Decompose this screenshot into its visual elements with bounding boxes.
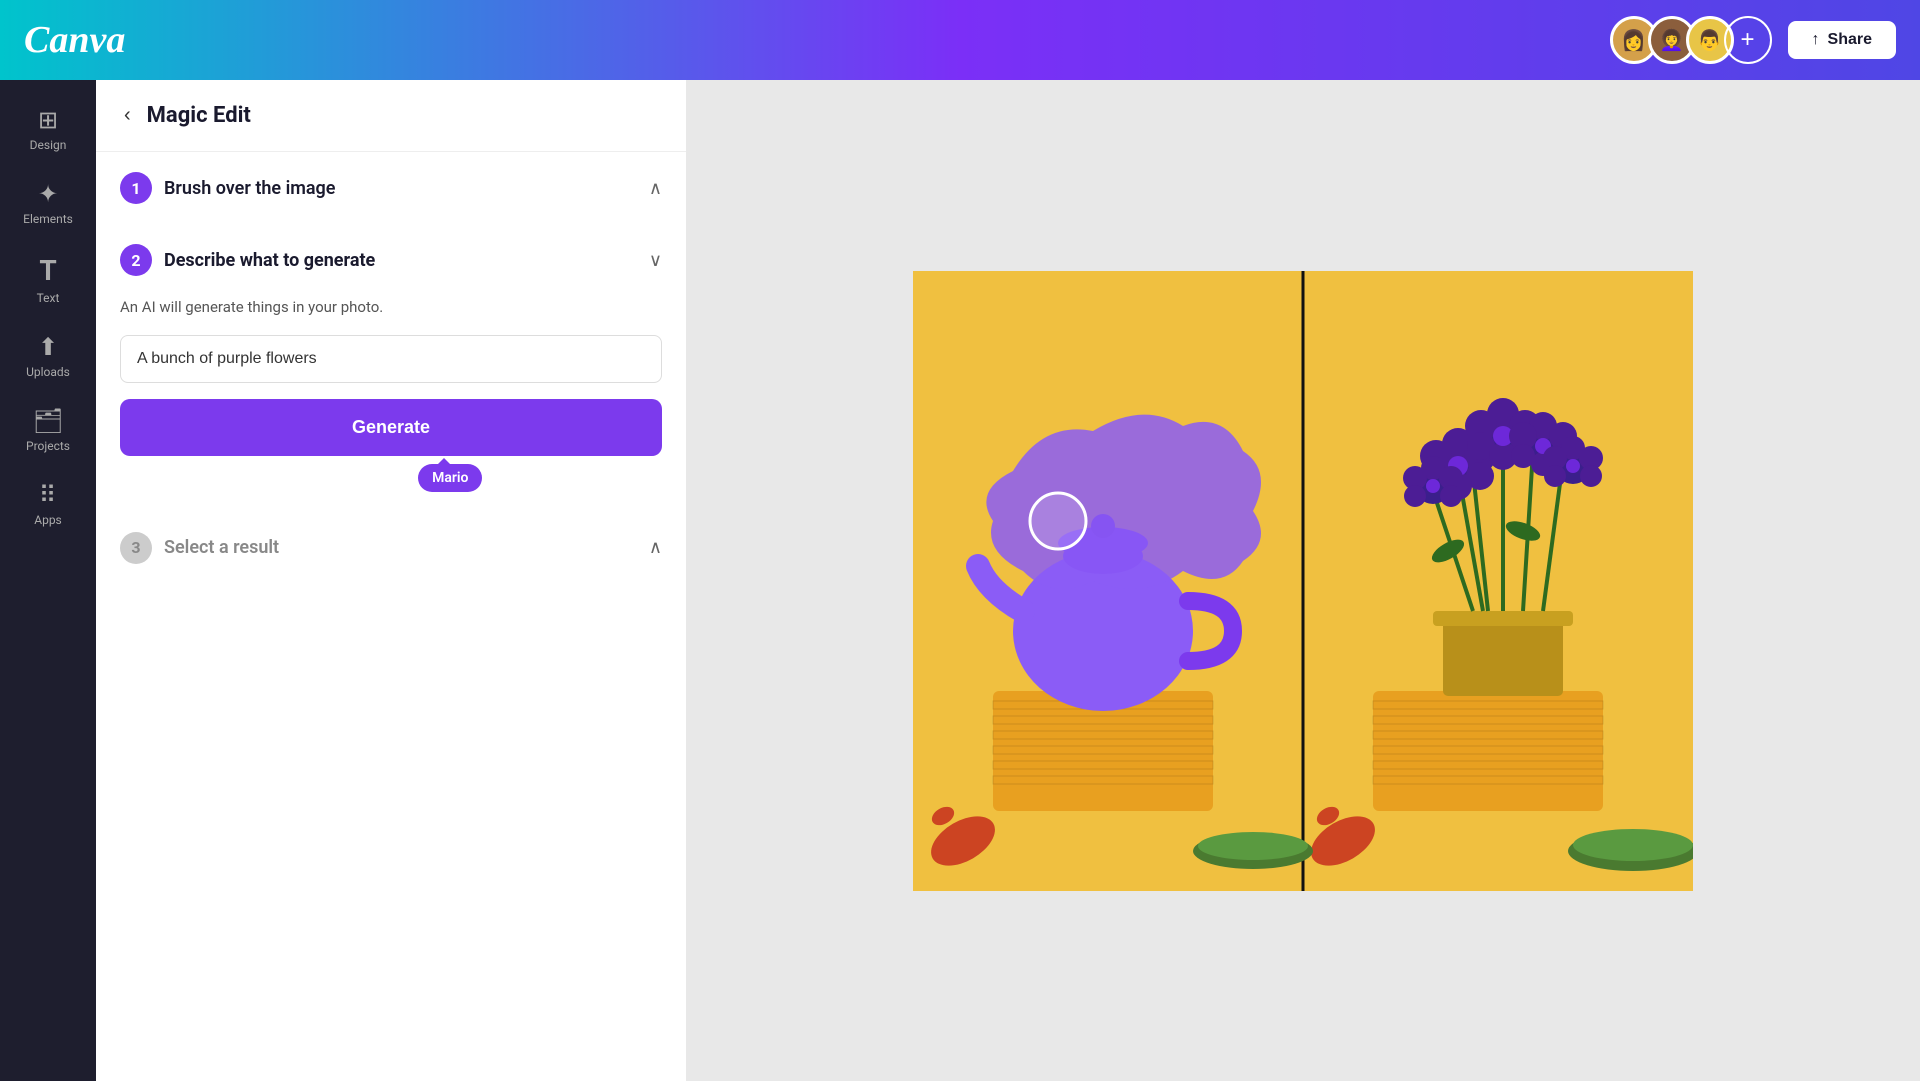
step-2-header[interactable]: 2 Describe what to generate ∨ bbox=[96, 224, 686, 296]
step-2-content: An AI will generate things in your photo… bbox=[96, 296, 686, 480]
nav-sidebar: ⊞ Design ✦ Elements T Text ⬆ Uploads 🗂 P… bbox=[0, 80, 96, 1081]
design-icon: ⊞ bbox=[38, 106, 58, 134]
step-3-header[interactable]: 3 Select a result ∧ bbox=[96, 512, 686, 584]
step-1-title: Brush over the image bbox=[164, 178, 335, 199]
sidebar-item-projects[interactable]: 🗂 Projects bbox=[8, 397, 88, 463]
add-collaborator-button[interactable]: + bbox=[1724, 16, 1772, 64]
cursor-tooltip: Mario bbox=[418, 464, 482, 492]
step-2-section: 2 Describe what to generate ∨ An AI will… bbox=[96, 224, 686, 480]
canva-logo: Canva bbox=[24, 18, 125, 62]
step-1-chevron: ∧ bbox=[649, 178, 662, 199]
step-1-section: 1 Brush over the image ∧ bbox=[96, 152, 686, 224]
panel-header: ‹ Magic Edit bbox=[96, 80, 686, 152]
step-3-number: 3 bbox=[120, 532, 152, 564]
step-1-header[interactable]: 1 Brush over the image ∧ bbox=[96, 152, 686, 224]
sidebar-item-text[interactable]: T Text bbox=[8, 244, 88, 315]
sidebar-item-design[interactable]: ⊞ Design bbox=[8, 96, 88, 162]
text-icon: T bbox=[39, 254, 56, 287]
step-3-section: 3 Select a result ∧ bbox=[96, 480, 686, 584]
collaborator-avatars: 👩 👩‍🦱 👨 + bbox=[1610, 16, 1772, 64]
canvas-container bbox=[913, 271, 1693, 891]
sidebar-item-label: Text bbox=[37, 291, 60, 305]
step-2-title: Describe what to generate bbox=[164, 250, 375, 271]
sidebar-item-label: Uploads bbox=[26, 365, 70, 379]
sidebar-item-label: Apps bbox=[34, 513, 62, 527]
share-button[interactable]: ↑ Share bbox=[1788, 21, 1896, 59]
projects-icon: 🗂 bbox=[33, 407, 63, 435]
canvas-svg bbox=[913, 271, 1693, 891]
sidebar-item-uploads[interactable]: ⬆ Uploads bbox=[8, 323, 88, 389]
step-2-chevron: ∨ bbox=[649, 250, 662, 271]
step-2-description: An AI will generate things in your photo… bbox=[120, 296, 662, 319]
generate-button-wrapper: Generate Mario bbox=[120, 399, 662, 456]
back-button[interactable]: ‹ bbox=[120, 100, 135, 131]
sidebar-item-label: Elements bbox=[23, 212, 73, 226]
apps-icon: ⠿ bbox=[39, 481, 58, 509]
main-content: ⊞ Design ✦ Elements T Text ⬆ Uploads 🗂 P… bbox=[0, 80, 1920, 1081]
sidebar-item-label: Design bbox=[30, 138, 67, 152]
sidebar-item-elements[interactable]: ✦ Elements bbox=[8, 170, 88, 236]
step-3-chevron: ∧ bbox=[649, 537, 662, 558]
uploads-icon: ⬆ bbox=[38, 333, 58, 361]
generate-button[interactable]: Generate bbox=[120, 399, 662, 456]
step-3-title: Select a result bbox=[164, 537, 279, 558]
share-icon: ↑ bbox=[1812, 31, 1820, 49]
elements-icon: ✦ bbox=[38, 180, 58, 208]
header-right: 👩 👩‍🦱 👨 + ↑ Share bbox=[1610, 16, 1896, 64]
step-2-number: 2 bbox=[120, 244, 152, 276]
panel-title: Magic Edit bbox=[147, 103, 251, 128]
canvas-area bbox=[686, 80, 1920, 1081]
sidebar-item-label: Projects bbox=[26, 439, 70, 453]
step-1-number: 1 bbox=[120, 172, 152, 204]
sidebar-item-apps[interactable]: ⠿ Apps bbox=[8, 471, 88, 537]
app-header: Canva 👩 👩‍🦱 👨 + ↑ Share bbox=[0, 0, 1920, 80]
magic-edit-panel: ‹ Magic Edit 1 Brush over the image ∧ 2 … bbox=[96, 80, 686, 1081]
generate-text-input[interactable] bbox=[120, 335, 662, 383]
